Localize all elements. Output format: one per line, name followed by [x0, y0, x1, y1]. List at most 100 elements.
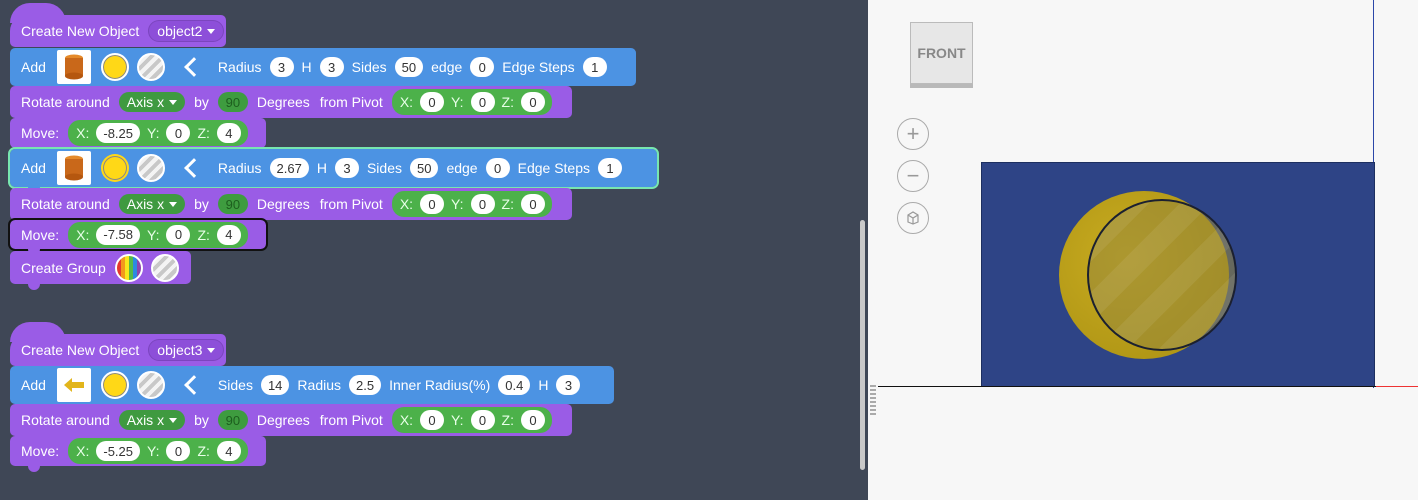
move-block-selected[interactable]: Move: X: -7.58 Y: 0 Z: 4 [8, 218, 268, 255]
panel-resize-handle[interactable] [870, 385, 876, 415]
cylinder-shape-icon[interactable] [56, 50, 91, 84]
pivot-y-label: Y: [451, 196, 464, 212]
collapse-chevron-icon[interactable] [184, 158, 204, 178]
inner-radius-input[interactable]: 0.4 [498, 375, 531, 395]
move-x-label: X: [76, 443, 90, 459]
degrees-label: Degrees [256, 412, 310, 428]
move-z-input[interactable]: 4 [216, 123, 241, 143]
pivot-z-label: Z: [501, 412, 514, 428]
block-workspace[interactable]: Create New Object object2 Add Radius 3 H… [0, 0, 868, 500]
radius-input[interactable]: 2.67 [269, 158, 309, 178]
pivot-label: from Pivot [319, 94, 383, 110]
pivot-y-input[interactable]: 0 [470, 194, 495, 214]
pivot-z-input[interactable]: 0 [520, 194, 545, 214]
rotate-block[interactable]: Rotate around Axis x by 90 Degrees from … [10, 188, 572, 226]
x-axis-line [1376, 386, 1418, 387]
move-block[interactable]: Move: X: -5.25 Y: 0 Z: 4 [10, 436, 266, 472]
move-block[interactable]: Move: X: -8.25 Y: 0 Z: 4 [10, 118, 266, 154]
height-label: H [538, 377, 549, 393]
add-cylinder-block-selected[interactable]: Add Radius 2.67 H 3 Sides 50 edge 0 Edge… [8, 147, 659, 193]
material-swatch-striped[interactable] [136, 53, 165, 81]
degrees-input[interactable]: 90 [217, 410, 248, 430]
material-swatch-striped[interactable] [150, 253, 179, 282]
edge-steps-input[interactable]: 1 [582, 57, 607, 77]
move-y-input[interactable]: 0 [166, 441, 191, 461]
add-label: Add [21, 377, 46, 393]
height-input[interactable]: 3 [556, 375, 581, 395]
pivot-y-label: Y: [451, 412, 464, 428]
workspace-scrollbar[interactable] [860, 220, 865, 470]
radius-input[interactable]: 3 [269, 57, 294, 77]
rotate-block[interactable]: Rotate around Axis x by 90 Degrees from … [10, 86, 572, 124]
radius-label: Radius [217, 59, 262, 75]
color-swatch-yellow[interactable] [100, 53, 129, 81]
zoom-out-button[interactable]: − [897, 160, 929, 192]
move-x-input[interactable]: -7.58 [96, 224, 140, 245]
cylinder-shape-icon[interactable] [56, 151, 91, 185]
color-swatch-yellow[interactable] [100, 154, 129, 182]
pivot-z-input[interactable]: 0 [520, 92, 545, 112]
material-swatch-striped[interactable] [136, 371, 165, 399]
reset-view-button[interactable] [897, 202, 929, 234]
move-x-label: X: [76, 125, 90, 141]
sides-input[interactable]: 50 [409, 158, 439, 178]
move-y-input[interactable]: 0 [166, 123, 191, 143]
move-coordinates: X: -5.25 Y: 0 Z: 4 [68, 438, 248, 464]
edge-steps-input[interactable]: 1 [598, 158, 622, 178]
degrees-input[interactable]: 90 [217, 194, 248, 214]
move-x-input[interactable]: -8.25 [96, 123, 140, 143]
create-object-label: Create New Object [21, 23, 140, 39]
add-cylinder-block[interactable]: Add Radius 3 H 3 Sides 50 edge 0 Edge St… [10, 48, 636, 92]
pivot-x-input[interactable]: 0 [420, 194, 445, 214]
by-label: by [194, 412, 209, 428]
color-swatch-yellow[interactable] [100, 371, 129, 399]
material-swatch-striped[interactable] [136, 154, 165, 182]
move-coordinates: X: -8.25 Y: 0 Z: 4 [68, 120, 248, 146]
move-x-label: X: [76, 226, 90, 243]
pivot-x-input[interactable]: 0 [420, 92, 445, 112]
axis-dropdown[interactable]: Axis x [118, 92, 186, 112]
pivot-x-label: X: [399, 412, 414, 428]
collapse-chevron-icon[interactable] [184, 375, 204, 395]
edge-steps-label: Edge Steps [502, 59, 575, 75]
pivot-z-input[interactable]: 0 [520, 410, 545, 430]
rotate-block[interactable]: Rotate around Axis x by 90 Degrees from … [10, 404, 572, 442]
move-y-label: Y: [147, 226, 160, 243]
create-object-label: Create New Object [21, 342, 140, 358]
height-input[interactable]: 3 [334, 158, 359, 178]
pivot-x-input[interactable]: 0 [420, 410, 445, 430]
sides-input[interactable]: 50 [394, 57, 424, 77]
edge-input[interactable]: 0 [485, 158, 510, 178]
create-group-block[interactable]: Create Group [10, 251, 191, 290]
pivot-y-input[interactable]: 0 [470, 92, 495, 112]
axis-dropdown[interactable]: Axis x [118, 194, 186, 214]
zoom-in-button[interactable]: + [897, 118, 929, 150]
collapse-chevron-icon[interactable] [184, 57, 204, 77]
pivot-coordinates: X: 0 Y: 0 Z: 0 [391, 89, 552, 115]
move-z-input[interactable]: 4 [216, 224, 241, 245]
rotate-label: Rotate around [21, 94, 110, 110]
sides-label: Sides [351, 59, 387, 75]
add-tube-block[interactable]: Add Sides 14 Radius 2.5 Inner Radius(%) … [10, 366, 614, 410]
create-object-block[interactable]: Create New Object object3 [10, 322, 226, 366]
edge-steps-label: Edge Steps [517, 160, 590, 176]
rainbow-color-swatch[interactable] [114, 253, 143, 282]
tube-shape-icon[interactable] [56, 368, 91, 402]
create-object-block[interactable]: Create New Object object2 [10, 3, 226, 47]
degrees-input[interactable]: 90 [217, 92, 248, 112]
move-x-input[interactable]: -5.25 [96, 441, 140, 461]
pivot-y-input[interactable]: 0 [470, 410, 495, 430]
selected-cylinder-mesh [1087, 199, 1237, 351]
object-name-dropdown[interactable]: object2 [148, 20, 225, 42]
object-name-dropdown[interactable]: object3 [148, 339, 225, 361]
radius-label: Radius [217, 160, 262, 176]
radius-input[interactable]: 2.5 [349, 375, 382, 395]
sides-input[interactable]: 14 [260, 375, 290, 395]
height-label: H [316, 160, 327, 176]
edge-input[interactable]: 0 [470, 57, 495, 77]
move-y-input[interactable]: 0 [166, 224, 191, 245]
height-input[interactable]: 3 [319, 57, 344, 77]
move-z-input[interactable]: 4 [216, 441, 241, 461]
axis-dropdown[interactable]: Axis x [118, 410, 186, 430]
view-cube-front[interactable]: FRONT [910, 22, 973, 84]
